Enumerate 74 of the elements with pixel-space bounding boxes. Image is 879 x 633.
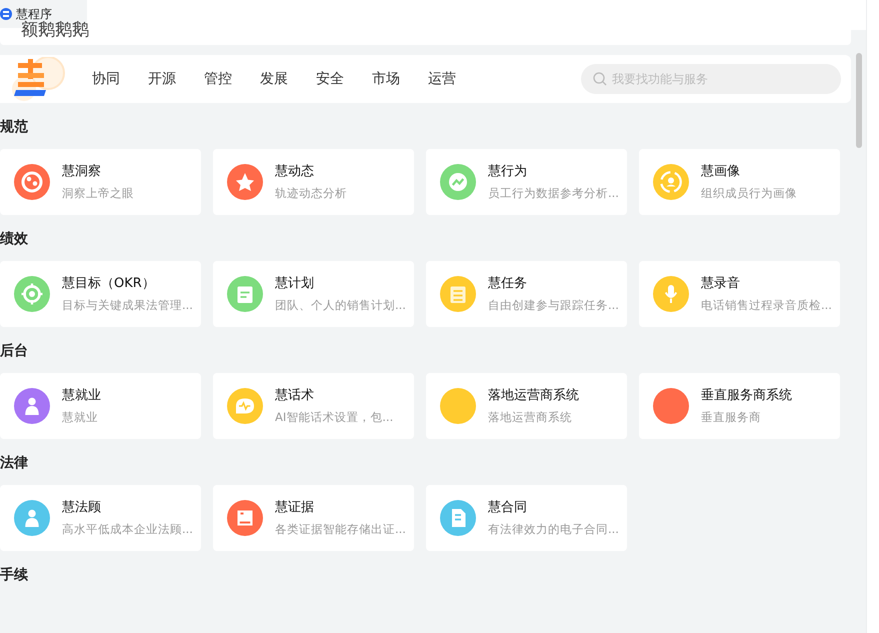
card-title: 慧画像	[701, 162, 741, 180]
card-title: 垂直服务商系统	[701, 386, 792, 404]
card-description: 洞察上帝之眼	[62, 184, 134, 202]
card-title: 慧计划	[275, 274, 315, 292]
logo-icon	[12, 57, 68, 101]
card-description: 组织成员行为画像	[701, 184, 797, 202]
card-description: 高水平低成本企业法顾...	[62, 520, 193, 538]
chat-icon	[236, 398, 254, 414]
card-title: 慧证据	[275, 498, 315, 516]
card-title: 慧目标（OKR）	[62, 274, 156, 292]
card-description: AI智能话术设置，包...	[275, 408, 394, 426]
app-card[interactable]: 慧行为 员工行为数据参考分析...	[426, 149, 627, 215]
image-icon	[238, 510, 252, 526]
app-card[interactable]: 慧就业 慧就业	[0, 373, 201, 439]
app-card[interactable]: 慧合同 有法律效力的电子合同...	[426, 485, 627, 551]
nav-link[interactable]: 运营	[428, 70, 456, 88]
section-title: 后台	[0, 342, 29, 361]
person-icon	[25, 398, 39, 415]
card-title: 慧合同	[488, 498, 528, 516]
app-card[interactable]: 垂直服务商系统 垂直服务商	[639, 373, 840, 439]
card-description: 团队、个人的销售计划...	[275, 296, 406, 314]
app-card[interactable]: 慧画像 组织成员行为画像	[639, 149, 840, 215]
trend-icon	[449, 173, 467, 191]
card-description: 落地运营商系统	[488, 408, 573, 426]
section-title: 手续	[0, 566, 29, 585]
app-icon	[0, 8, 12, 20]
app-card[interactable]: 慧动态 轨迹动态分析	[213, 149, 414, 215]
card-description: 慧就业	[62, 408, 99, 426]
user-icon	[660, 171, 682, 193]
app-card[interactable]: 慧计划 团队、个人的销售计划...	[213, 261, 414, 327]
card-title: 慧录音	[701, 274, 741, 292]
card-description: 各类证据智能存储出证...	[275, 520, 406, 538]
card-description: 垂直服务商	[701, 408, 762, 426]
card-title: 慧法顾	[62, 498, 102, 516]
card-title: 慧就业	[62, 386, 101, 404]
nav-link[interactable]: 管控	[204, 70, 232, 88]
card-title: 慧洞察	[62, 162, 102, 180]
scrollbar-thumb[interactable]	[856, 53, 862, 148]
document-icon	[450, 286, 466, 303]
card-description: 自由创建参与跟踪任务...	[488, 296, 619, 314]
nav-link[interactable]: 市场	[372, 70, 400, 88]
card-description: 电话销售过程录音质检...	[701, 296, 832, 314]
card-title: 慧话术	[275, 386, 315, 404]
card-description: 目标与关键成果法管理...	[62, 296, 193, 314]
section-title: 法律	[0, 454, 29, 473]
section-title: 规范	[0, 118, 29, 137]
nav-link[interactable]: 安全	[316, 70, 344, 88]
app-card[interactable]: 慧目标（OKR） 目标与关键成果法管理...	[0, 261, 201, 327]
nav-link[interactable]: 开源	[148, 70, 176, 88]
target-icon	[20, 282, 44, 306]
nav-link[interactable]: 发展	[260, 70, 288, 88]
section-title: 绩效	[0, 230, 29, 249]
nav-link[interactable]: 协同	[92, 70, 120, 88]
app-card[interactable]: 慧洞察 洞察上帝之眼	[0, 149, 201, 215]
microphone-icon	[664, 285, 678, 304]
card-description: 有法律效力的电子合同...	[488, 520, 619, 538]
star-icon	[236, 173, 254, 191]
app-card[interactable]: 慧证据 各类证据智能存储出证...	[213, 485, 414, 551]
person-icon	[25, 510, 39, 527]
app-card[interactable]: 慧法顾 高水平低成本企业法顾...	[0, 485, 201, 551]
card-title: 慧行为	[488, 162, 528, 180]
card-title: 慧任务	[488, 274, 528, 292]
document-icon	[452, 509, 466, 527]
app-tab-title: 慧程序	[16, 6, 52, 20]
calendar-icon	[238, 286, 252, 303]
app-card[interactable]: 慧任务 自由创建参与跟踪任务...	[426, 261, 627, 327]
app-card[interactable]: 慧话术 AI智能话术设置，包...	[213, 373, 414, 439]
network-icon	[22, 172, 42, 192]
app-card[interactable]: 慧录音 电话销售过程录音质检...	[639, 261, 840, 327]
card-description: 员工行为数据参考分析...	[488, 184, 619, 202]
card-title: 慧动态	[275, 162, 315, 180]
app-card[interactable]: 落地运营商系统 落地运营商系统	[426, 373, 627, 439]
card-description: 轨迹动态分析	[275, 184, 347, 202]
card-title: 落地运营商系统	[488, 386, 579, 404]
